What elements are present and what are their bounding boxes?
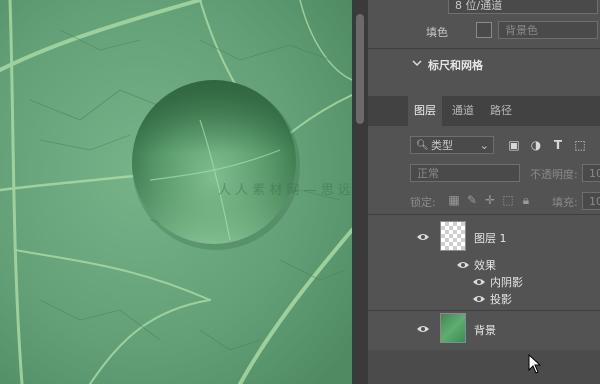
lock-transparent-icon[interactable]: ▦ [446, 192, 462, 208]
layer-filter-select[interactable]: 🔍︎ 类型 ⌄ [410, 136, 494, 154]
opacity-input[interactable]: 100 [582, 164, 600, 182]
tab-layers[interactable]: 图层 [408, 96, 442, 126]
inner-shadow-effect[interactable]: 内阴影 [490, 274, 523, 290]
scrollbar-thumb[interactable] [356, 14, 364, 124]
tab-paths[interactable]: 路径 [484, 96, 518, 126]
image-layer-filter-icon[interactable]: ▣ [506, 137, 522, 153]
canvas-vertical-scrollbar[interactable] [352, 0, 368, 384]
lock-position-icon[interactable]: ✛ [482, 192, 498, 208]
lock-all-icon[interactable]: 🔒︎ [518, 192, 534, 208]
layer1-thumbnail [440, 221, 466, 251]
eye-icon[interactable] [416, 324, 430, 334]
chevron-down-icon: ⌄ [479, 139, 489, 152]
background-layer-name[interactable]: 背景 [474, 322, 496, 338]
divider [368, 48, 600, 49]
eye-icon[interactable] [416, 232, 430, 242]
bit-depth-select[interactable]: 8 位/通道 [448, 0, 598, 14]
shape-layer-filter-icon[interactable]: ⬚ [572, 137, 588, 153]
drop-shadow-effect[interactable]: 投影 [490, 291, 512, 307]
layer1-name[interactable]: 图层 1 [474, 230, 507, 246]
lock-image-icon[interactable]: ✎ [464, 192, 480, 208]
filter-kind-label: 类型 [431, 139, 453, 152]
fill-opacity-label: 填充: [552, 196, 578, 209]
layer-row-background[interactable]: 背景 [368, 311, 600, 347]
fill-color-swatch[interactable] [476, 22, 492, 38]
drop-shadow-eye-icon[interactable] [472, 294, 486, 304]
chevron-down-icon[interactable] [412, 58, 422, 68]
blend-mode-select[interactable]: 正常 [410, 164, 520, 182]
type-layer-filter-icon[interactable]: T [550, 137, 566, 153]
rulers-grid-title[interactable]: 标尺和网格 [428, 57, 483, 73]
document-canvas[interactable]: 人 人 素 材 网 — 思 远 [0, 0, 352, 384]
lock-artboard-icon[interactable]: ⬚ [500, 192, 516, 208]
fill-label: 填色 [426, 26, 448, 39]
layer-row-layer1[interactable]: 图层 1 效果 内阴影 投影 [368, 215, 600, 310]
search-icon: 🔍︎ [416, 140, 429, 151]
layers-panel-footer [368, 350, 600, 384]
right-panel: 8 位/通道 填色 背景色 标尺和网格 图层 通道 路径 🔍︎ 类型 ⌄ ▣ ◑… [368, 0, 600, 384]
fill-opacity-input[interactable]: 100 [582, 192, 600, 210]
opacity-label: 不透明度: [530, 168, 578, 181]
layers-panel-tabs: 图层 通道 路径 [368, 96, 600, 126]
watermark-text: 人 人 素 材 网 — 思 远 [218, 183, 351, 198]
leaf-image: 人 人 素 材 网 — 思 远 [0, 0, 352, 384]
lock-label: 锁定: [410, 196, 436, 209]
inner-shadow-eye-icon[interactable] [472, 277, 486, 287]
effects-eye-icon[interactable] [456, 260, 470, 270]
fill-value-select[interactable]: 背景色 [498, 21, 598, 39]
background-thumbnail [440, 313, 466, 343]
effects-label[interactable]: 效果 [474, 257, 496, 273]
adjustment-layer-filter-icon[interactable]: ◑ [528, 137, 544, 153]
mouse-cursor-icon [528, 353, 542, 374]
tab-channels[interactable]: 通道 [446, 96, 480, 126]
